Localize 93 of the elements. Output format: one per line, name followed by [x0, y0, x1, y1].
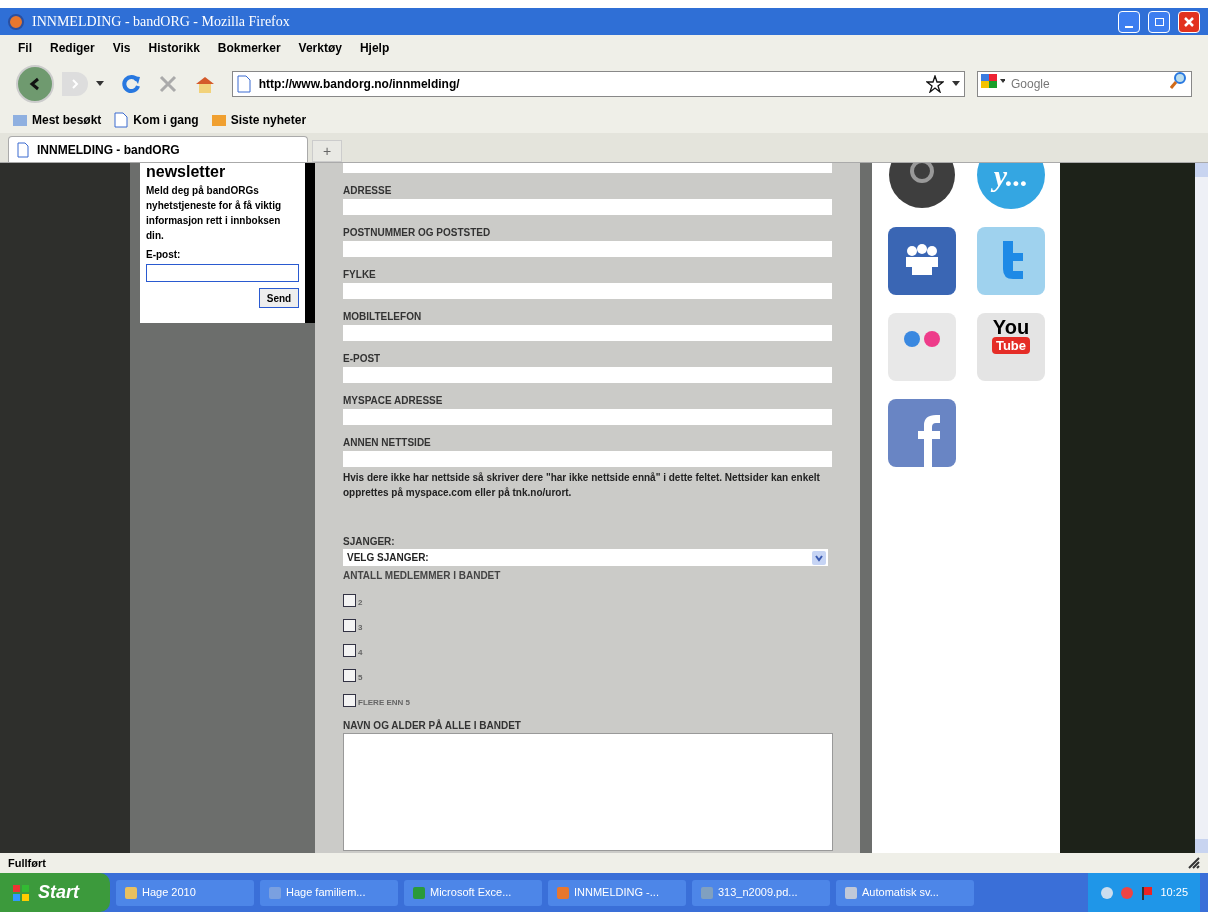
tray-icon[interactable] — [1100, 885, 1115, 900]
checkbox-label: 5 — [358, 673, 363, 682]
email-field[interactable] — [146, 264, 299, 282]
taskbar-button[interactable]: Microsoft Exce... — [404, 879, 542, 906]
send-button[interactable]: Send — [259, 288, 299, 308]
reload-icon[interactable] — [119, 73, 142, 95]
minimize-button[interactable] — [1118, 10, 1140, 33]
status-text: Fullført — [8, 855, 46, 871]
two-dots-icon[interactable] — [888, 313, 956, 381]
newsletter-heading: newsletter — [146, 163, 227, 181]
genre-dropdown[interactable]: VELG SJANGER: — [343, 549, 828, 566]
taskbar-button[interactable]: Hage 2010 — [116, 879, 254, 906]
menu-item[interactable]: Verktøy — [298, 39, 342, 57]
menu-item[interactable]: Rediger — [50, 39, 95, 57]
text-field[interactable] — [343, 325, 832, 341]
folder-icon — [12, 112, 28, 128]
menu-item[interactable]: Fil — [18, 39, 32, 57]
page-icon — [17, 141, 29, 158]
field-label: SJANGER: — [343, 536, 396, 548]
scrollbar[interactable] — [1195, 163, 1208, 853]
clock-text: 10:25 — [1160, 885, 1188, 901]
field-label: E-post: — [146, 248, 182, 262]
taskbar-button[interactable]: Automatisk sv... — [836, 879, 974, 906]
taskbar-button[interactable]: Hage familiem... — [260, 879, 398, 906]
text-field[interactable] — [343, 367, 832, 383]
close-icon — [1183, 15, 1195, 28]
field-label: FYLKE — [343, 269, 377, 281]
text-field[interactable] — [343, 409, 832, 425]
letter-t-icon[interactable] — [977, 227, 1045, 295]
taskbar-button[interactable]: INNMELDING -... — [548, 879, 686, 906]
browser-tab[interactable]: INNMELDING - bandORG — [8, 136, 308, 162]
hint-text: Hvis dere ikke har nettside så skriver dere "har ikke nettside ennå" i dette feltet. Nettsider kan enkelt opprettes på myspace.com eller på tnk.no/urort. — [343, 471, 821, 500]
dropdown-icon[interactable] — [95, 81, 104, 87]
field-label: ANNEN NETTSIDE — [343, 437, 432, 449]
checkbox[interactable] — [343, 694, 356, 707]
letter-f-icon[interactable] — [888, 399, 956, 467]
checkbox[interactable] — [343, 669, 356, 682]
text-field[interactable] — [343, 241, 832, 257]
field-label: MYSPACE ADRESSE — [343, 395, 444, 407]
bookmark-link[interactable]: Kom i gang — [133, 111, 199, 129]
app-icon — [268, 885, 282, 900]
start-button[interactable]: Start — [0, 873, 110, 912]
app-icon — [412, 885, 426, 900]
windows-logo-icon — [12, 883, 30, 902]
checkbox-label: 3 — [358, 623, 363, 632]
field-label: ANTALL MEDLEMMER I BANDET — [343, 570, 502, 582]
menu-item[interactable]: Hjelp — [359, 39, 390, 57]
search-field[interactable]: Google — [1007, 71, 1170, 97]
maximize-button[interactable] — [1148, 10, 1170, 33]
text-field[interactable] — [343, 451, 832, 467]
checkbox-label: 4 — [358, 648, 363, 657]
bookmark-link[interactable]: Siste nyheter — [230, 111, 307, 129]
dropdown-icon[interactable] — [952, 81, 960, 87]
checkbox[interactable] — [343, 644, 356, 657]
field-label: NAVN OG ALDER PÅ ALLE I BANDET — [343, 720, 522, 732]
star-icon[interactable] — [926, 75, 944, 93]
checkbox-label: FLERE ENN 5 — [358, 698, 410, 707]
close-button[interactable] — [1178, 10, 1200, 33]
text-field[interactable] — [343, 199, 832, 215]
field-label: E-POST — [343, 353, 382, 365]
people-icon[interactable] — [888, 227, 956, 295]
app-icon — [700, 885, 714, 900]
address-bar[interactable]: http://www.bandorg.no/innmelding/ — [231, 71, 965, 97]
folder-icon — [210, 112, 227, 128]
taskbar-button[interactable]: 313_n2009.pd... — [692, 879, 830, 906]
text-field[interactable] — [343, 163, 832, 173]
checkbox[interactable] — [343, 594, 356, 607]
dropdown-icon[interactable] — [812, 550, 826, 565]
app-icon — [556, 885, 570, 900]
menu-item[interactable]: Historikk — [148, 39, 200, 57]
page-icon — [236, 75, 251, 93]
field-label: ADRESSE — [343, 185, 393, 197]
checkbox-label: 2 — [358, 598, 363, 607]
video-icon[interactable]: You Tube — [977, 313, 1045, 381]
app-icon — [844, 885, 858, 900]
checkbox[interactable] — [343, 619, 356, 632]
back-button[interactable] — [16, 65, 54, 103]
google-icon[interactable] — [977, 71, 1007, 97]
flag-icon[interactable] — [1140, 885, 1155, 900]
new-tab-button[interactable]: + — [312, 140, 342, 162]
menu-item[interactable]: Vis — [112, 39, 131, 57]
text-field[interactable] — [343, 283, 832, 299]
page-icon — [113, 112, 130, 128]
bookmark-link[interactable]: Mest besøkt — [32, 111, 102, 129]
field-label: POSTNUMMER OG POSTSTED — [343, 227, 492, 239]
text-area[interactable] — [343, 733, 833, 851]
resize-grip-icon[interactable] — [1188, 857, 1200, 869]
app-icon — [124, 885, 138, 900]
window-title: INNMELDING - bandORG - Mozilla Firefox — [32, 13, 291, 31]
menu-item[interactable]: Bokmerker — [217, 39, 281, 57]
search-icon[interactable] — [1170, 71, 1192, 97]
field-label: MOBILTELEFON — [343, 311, 423, 323]
newsletter-text: Meld deg på bandORGs nyhetstjeneste for å få viktig informasjon rett i innboksen din. — [146, 184, 283, 243]
